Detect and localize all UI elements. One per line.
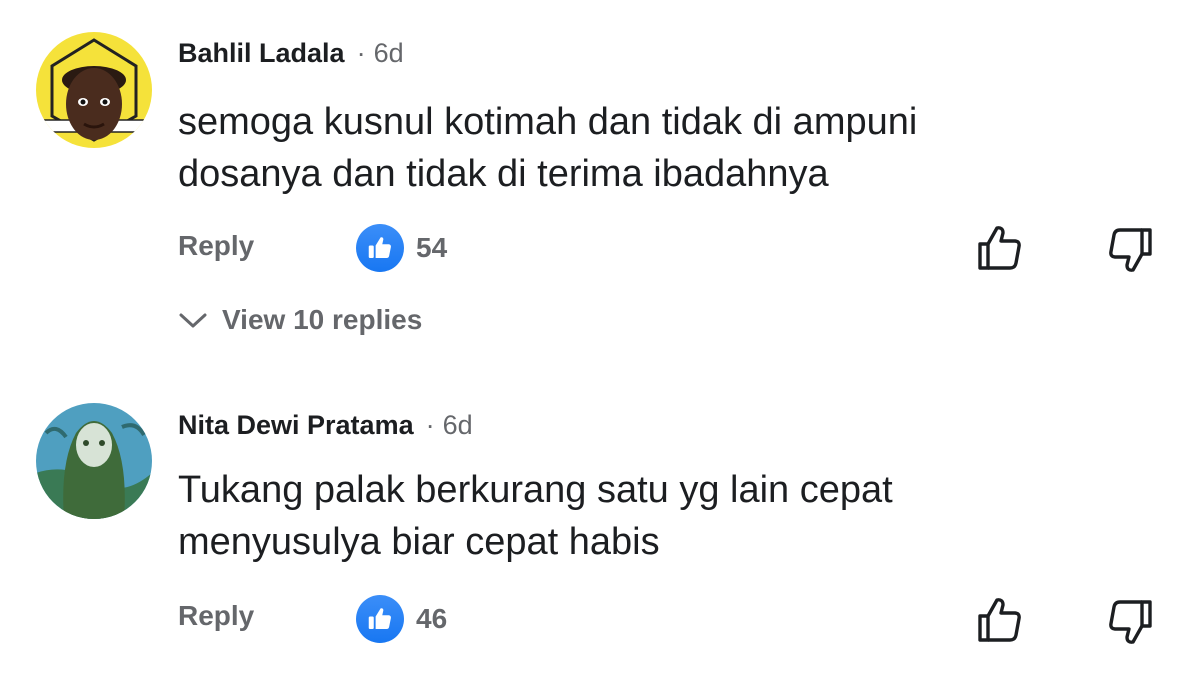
reaction-count: 54: [416, 232, 448, 263]
comment-header: Bahlil Ladala · 6d: [178, 38, 404, 69]
separator-dot: ·: [425, 410, 435, 440]
avatar[interactable]: [36, 32, 152, 148]
reply-button[interactable]: Reply: [178, 600, 254, 632]
timestamp[interactable]: 6d: [443, 410, 473, 441]
author-name[interactable]: Bahlil Ladala: [178, 38, 345, 69]
like-reaction-icon: [356, 224, 404, 272]
like-reaction-icon: [356, 595, 404, 643]
avatar-image: [36, 32, 152, 148]
timestamp[interactable]: 6d: [374, 38, 404, 69]
reaction-summary[interactable]: 54: [356, 224, 447, 272]
separator-dot: ·: [356, 38, 366, 68]
comment-text: semoga kusnul kotimah dan tidak di ampun…: [178, 101, 918, 195]
chevron-down-icon: [179, 313, 207, 328]
comment-text: Tukang palak berkurang satu yg lain cepa…: [178, 469, 893, 563]
reaction-summary[interactable]: 46: [356, 595, 447, 643]
thumbs-up-icon[interactable]: [974, 222, 1026, 274]
avatar-image: [36, 403, 152, 519]
view-replies-button[interactable]: View 10 replies: [178, 304, 422, 336]
avatar[interactable]: [36, 403, 152, 519]
thumbs-up-icon[interactable]: [974, 594, 1026, 646]
author-name[interactable]: Nita Dewi Pratama: [178, 410, 414, 441]
comment-header: Nita Dewi Pratama · 6d: [178, 410, 473, 441]
thumbs-down-icon[interactable]: [1104, 224, 1156, 276]
reaction-count: 46: [416, 603, 448, 634]
view-replies-label: View 10 replies: [222, 304, 423, 335]
thumbs-down-icon[interactable]: [1104, 596, 1156, 648]
reply-button[interactable]: Reply: [178, 230, 254, 262]
